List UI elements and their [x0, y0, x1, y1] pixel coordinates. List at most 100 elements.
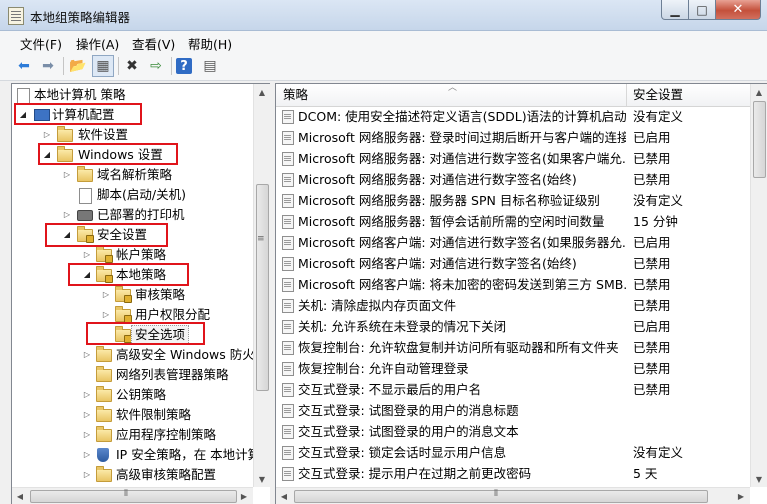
policy-setting-icon — [282, 278, 294, 292]
tree-label: 域名解析策略 — [97, 167, 173, 182]
policy-name: Microsoft 网络客户端: 对通信进行数字签名(始终) — [298, 256, 577, 271]
tree-item-software-restriction[interactable]: ▷ 软件限制策略 — [12, 405, 252, 425]
tree-item-audit-policy[interactable]: ▷ 审核策略 — [12, 285, 252, 305]
collapsed-arrow-icon[interactable]: ▷ — [62, 165, 72, 185]
window: 本地组策略编辑器 ▁ □ ✕ 文件(F) 操作(A) 查看(V) 帮助(H) ⬅… — [0, 0, 767, 504]
scroll-up-icon[interactable]: ▲ — [254, 84, 270, 100]
toolbar: ⬅ ➡ 📂 ▦ ✖ ⇨ ? ▤ — [0, 53, 767, 81]
tree-item-software-settings[interactable]: ▷ 软件设置 — [12, 125, 252, 145]
policy-setting-value: 15 分钟 — [633, 214, 678, 229]
scroll-left-icon[interactable]: ◀ — [12, 488, 28, 504]
up-folder-icon[interactable]: 📂 — [68, 56, 88, 76]
menu-help[interactable]: 帮助(H) — [188, 34, 232, 53]
tree-item-dns-policy[interactable]: ▷ 域名解析策略 — [12, 165, 252, 185]
policy-setting-icon — [282, 425, 294, 439]
folder-icon — [96, 406, 112, 422]
scroll-thumb[interactable] — [256, 184, 269, 391]
collapsed-arrow-icon[interactable]: ▷ — [42, 125, 52, 145]
maximize-button[interactable]: □ — [689, 0, 716, 20]
security-folder-icon — [115, 306, 132, 323]
policy-row[interactable]: Microsoft 网络服务器: 对通信进行数字签名(始终) 已禁用 — [276, 169, 750, 190]
tree-item-printers[interactable]: ▷ 已部署的打印机 — [12, 205, 252, 225]
tree-item-network-list[interactable]: 网络列表管理器策略 — [12, 365, 252, 385]
policy-setting-icon — [282, 194, 294, 208]
policy-row[interactable]: Microsoft 网络客户端: 对通信进行数字签名(如果服务器允... 已启用 — [276, 232, 750, 253]
menu-view[interactable]: 查看(V) — [132, 34, 175, 53]
scroll-thumb[interactable] — [30, 490, 237, 503]
forward-icon[interactable]: ➡ — [38, 56, 58, 76]
tree-vertical-scrollbar[interactable]: ▲ ≡ ▼ — [253, 84, 271, 487]
collapsed-arrow-icon[interactable]: ▷ — [82, 345, 92, 365]
properties-icon[interactable]: ▤ — [200, 56, 220, 76]
policy-doc-icon — [17, 88, 30, 104]
policy-setting-icon — [282, 467, 294, 481]
collapsed-arrow-icon[interactable]: ▷ — [82, 385, 92, 405]
tree-item-scripts[interactable]: 脚本(启动/关机) — [12, 185, 252, 205]
scroll-right-icon[interactable]: ▶ — [733, 488, 749, 504]
policy-setting-icon — [282, 299, 294, 313]
policy-row[interactable]: 交互式登录: 试图登录的用户的消息标题 — [276, 400, 750, 421]
back-icon[interactable]: ⬅ — [14, 56, 34, 76]
collapsed-arrow-icon[interactable]: ▷ — [62, 205, 72, 225]
policy-row[interactable]: 恢复控制台: 允许自动管理登录 已禁用 — [276, 358, 750, 379]
tree-label: 本地计算机 策略 — [34, 87, 126, 102]
scroll-down-icon[interactable]: ▼ — [254, 471, 270, 487]
column-header-setting[interactable]: 安全设置 — [633, 84, 683, 106]
list-vertical-scrollbar[interactable]: ▲ ▼ — [750, 84, 767, 487]
close-icon: ✕ — [732, 2, 744, 17]
column-separator[interactable] — [626, 84, 627, 106]
policy-row[interactable]: 关机: 清除虚拟内存页面文件 已禁用 — [276, 295, 750, 316]
menu-file[interactable]: 文件(F) — [20, 34, 62, 53]
delete-icon[interactable]: ✖ — [122, 56, 142, 76]
tree-item-advanced-audit[interactable]: ▷ 高级审核策略配置 — [12, 465, 252, 485]
tree-item-public-key[interactable]: ▷ 公钥策略 — [12, 385, 252, 405]
collapsed-arrow-icon[interactable]: ▷ — [101, 285, 111, 305]
policy-row[interactable]: Microsoft 网络服务器: 登录时间过期后断开与客户端的连接 已启用 — [276, 127, 750, 148]
export-list-icon[interactable]: ⇨ — [146, 56, 166, 76]
menu-action[interactable]: 操作(A) — [76, 34, 119, 53]
scroll-thumb[interactable] — [294, 490, 708, 503]
policy-setting-value: 5 天 — [633, 466, 658, 481]
policy-row[interactable]: 关机: 允许系统在未登录的情况下关闭 已启用 — [276, 316, 750, 337]
policy-row[interactable]: 交互式登录: 试图登录的用户的消息文本 — [276, 421, 750, 442]
policy-row[interactable]: Microsoft 网络客户端: 对通信进行数字签名(始终) 已禁用 — [276, 253, 750, 274]
policy-row[interactable]: 恢复控制台: 允许软盘复制并访问所有驱动器和所有文件夹 已禁用 — [276, 337, 750, 358]
tree-item-account-policies[interactable]: ▷ 帐户策略 — [12, 245, 252, 265]
policy-name: 恢复控制台: 允许软盘复制并访问所有驱动器和所有文件夹 — [298, 340, 619, 355]
policy-row[interactable]: 交互式登录: 不显示最后的用户名 已禁用 — [276, 379, 750, 400]
tree-item-ipsec[interactable]: ▷ IP 安全策略，在 本地计算机 — [12, 445, 271, 465]
scroll-down-icon[interactable]: ▼ — [751, 471, 767, 487]
close-button[interactable]: ✕ — [716, 0, 761, 20]
app-icon — [8, 7, 24, 25]
collapsed-arrow-icon[interactable]: ▷ — [82, 245, 92, 265]
tree-item-root[interactable]: 本地计算机 策略 — [12, 85, 252, 105]
collapsed-arrow-icon[interactable]: ▷ — [82, 465, 92, 485]
collapsed-arrow-icon[interactable]: ▷ — [82, 405, 92, 425]
policy-row[interactable]: 交互式登录: 提示用户在过期之前更改密码 5 天 — [276, 463, 750, 484]
policy-row[interactable]: Microsoft 网络服务器: 对通信进行数字签名(如果客户端允... 已禁用 — [276, 148, 750, 169]
show-hide-tree-icon[interactable]: ▦ — [92, 55, 114, 77]
policy-name: 交互式登录: 试图登录的用户的消息标题 — [298, 403, 519, 418]
highlight-box — [45, 223, 168, 247]
list-horizontal-scrollbar[interactable]: ◀ ⦀ ▶ — [276, 487, 750, 504]
scroll-right-icon[interactable]: ▶ — [236, 488, 252, 504]
policy-row[interactable]: DCOM: 使用安全描述符定义语言(SDDL)语法的计算机启动... 没有定义 — [276, 106, 750, 127]
column-header-policy[interactable]: 策略 — [283, 84, 308, 106]
policy-row[interactable]: 交互式登录: 锁定会话时显示用户信息 没有定义 — [276, 442, 750, 463]
tree-horizontal-scrollbar[interactable]: ◀ ⦀ ▶ — [12, 487, 253, 504]
collapsed-arrow-icon[interactable]: ▷ — [82, 425, 92, 445]
tree-item-app-control[interactable]: ▷ 应用程序控制策略 — [12, 425, 252, 445]
tree-item-firewall[interactable]: ▷ 高级安全 Windows 防火墙 — [12, 345, 267, 365]
policy-row[interactable]: Microsoft 网络服务器: 暂停会话前所需的空闲时间数量 15 分钟 — [276, 211, 750, 232]
scroll-thumb[interactable] — [753, 101, 766, 178]
collapsed-arrow-icon[interactable]: ▷ — [82, 445, 92, 465]
minimize-button[interactable]: ▁ — [661, 0, 689, 20]
policy-row[interactable]: Microsoft 网络服务器: 服务器 SPN 目标名称验证级别 没有定义 — [276, 190, 750, 211]
policy-setting-value: 已禁用 — [633, 172, 671, 187]
scroll-up-icon[interactable]: ▲ — [751, 84, 767, 100]
help-icon[interactable]: ? — [176, 58, 192, 74]
policy-setting-icon — [282, 152, 294, 166]
scroll-left-icon[interactable]: ◀ — [276, 488, 292, 504]
policy-setting-icon — [282, 341, 294, 355]
policy-row[interactable]: Microsoft 网络客户端: 将未加密的密码发送到第三方 SMB... 已禁用 — [276, 274, 750, 295]
